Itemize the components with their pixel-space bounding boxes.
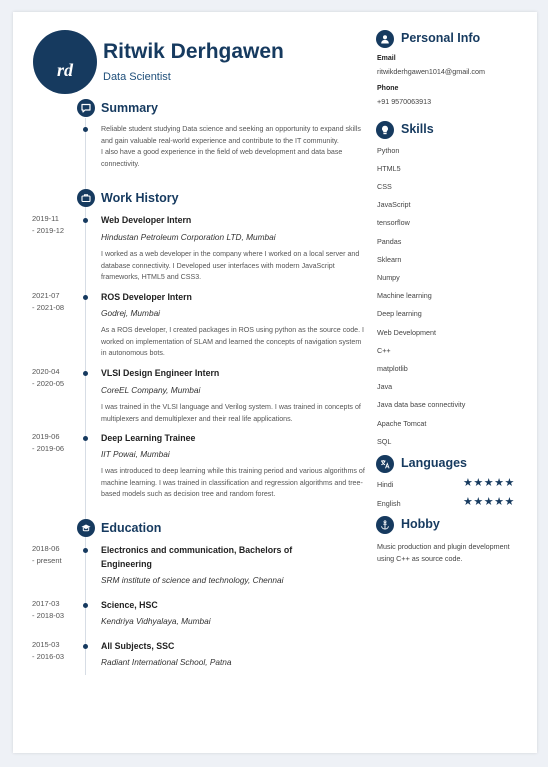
skill-item: Machine learning	[377, 291, 432, 300]
skill-item: matplotlib	[377, 364, 408, 373]
star-icon: ★	[494, 477, 505, 489]
hobby-text: Music production and plugin development …	[377, 542, 510, 563]
timeline-dot	[83, 371, 88, 376]
edu-date-end: - present	[32, 556, 62, 565]
anchor-icon	[376, 516, 394, 534]
timeline-dot	[83, 436, 88, 441]
star-icon: ★	[473, 477, 484, 489]
lightbulb-icon	[376, 121, 394, 139]
work-desc: I worked as a web developer in the compa…	[101, 250, 360, 281]
edu-date-start: 2017-03	[32, 599, 60, 608]
timeline-dot	[83, 218, 88, 223]
skill-item: Pandas	[377, 237, 402, 246]
skill-item: Python	[377, 146, 400, 155]
briefcase-icon	[77, 189, 95, 207]
skill-item: SQL	[377, 437, 392, 446]
skill-item: JavaScript	[377, 200, 411, 209]
work-role: Web Developer Intern	[101, 215, 192, 225]
work-date-end: - 2021-08	[32, 303, 65, 312]
edu-school: Radiant International School, Patna	[101, 657, 232, 667]
language-rating: ★★★★★	[463, 476, 515, 489]
edu-school: SRM institute of science and technology,…	[101, 575, 284, 585]
work-history-heading: Work History	[101, 191, 179, 205]
skill-item: Sklearn	[377, 255, 402, 264]
skill-item: Numpy	[377, 273, 400, 282]
work-desc: I was trained in the VLSI language and V…	[101, 403, 361, 423]
monogram-avatar: rd	[33, 30, 97, 94]
email-label: Email	[377, 55, 396, 62]
skill-item: Deep learning	[377, 309, 422, 318]
work-role: ROS Developer Intern	[101, 292, 192, 302]
skills-heading: Skills	[401, 122, 434, 136]
work-date-start: 2021-07	[32, 291, 60, 300]
work-date-end: - 2019-06	[32, 444, 65, 453]
skill-item: Java data base connectivity	[377, 400, 466, 409]
monogram-text: rd	[56, 60, 73, 80]
work-date-start: 2019-11	[32, 214, 59, 223]
skill-item: HTML5	[377, 164, 401, 173]
edu-school: Kendriya Vidhyalaya, Mumbai	[101, 616, 211, 626]
chat-bubble-icon	[77, 99, 95, 117]
star-icon: ★	[504, 496, 515, 508]
skill-item: Java	[377, 382, 393, 391]
work-org: IIT Powai, Mumbai	[101, 449, 170, 459]
summary-line: Reliable student studying Data science a…	[101, 125, 361, 145]
star-icon: ★	[473, 496, 484, 508]
star-icon: ★	[494, 496, 505, 508]
skill-item: C++	[377, 346, 391, 355]
summary-heading: Summary	[101, 101, 158, 115]
edu-date-end: - 2018-03	[32, 611, 65, 620]
summary-text: Reliable student studying Data science a…	[101, 124, 366, 170]
edu-date-end: - 2016-03	[32, 652, 65, 661]
work-date-start: 2019-06	[32, 432, 60, 441]
work-date-end: - 2019-12	[32, 226, 65, 235]
summary-line: I also have a good experience in the fie…	[101, 148, 343, 168]
work-date-end: - 2020-05	[32, 379, 65, 388]
work-role: Deep Learning Trainee	[101, 433, 196, 443]
work-org: CoreEL Company, Mumbai	[101, 385, 201, 395]
phone-label: Phone	[377, 85, 399, 92]
graduation-cap-icon	[77, 519, 95, 537]
edu-degree: All Subjects, SSC	[101, 641, 175, 651]
work-org: Godrej, Mumbai	[101, 308, 161, 318]
timeline-dot	[83, 603, 88, 608]
candidate-name: Ritwik Derhgawen	[103, 40, 284, 63]
timeline-dot	[83, 644, 88, 649]
work-desc: As a ROS developer, I created packages i…	[101, 326, 365, 357]
skill-item: Apache Tomcat	[377, 419, 427, 428]
edu-date-start: 2015-03	[32, 640, 60, 649]
language-name: English	[377, 499, 401, 508]
language-rating: ★★★★★	[463, 495, 515, 508]
hobby-heading: Hobby	[401, 517, 440, 531]
work-date-start: 2020-04	[32, 367, 60, 376]
phone-value: +91 9570063913	[377, 97, 432, 106]
timeline-dot	[83, 295, 88, 300]
languages-heading: Languages	[401, 456, 467, 470]
star-icon: ★	[483, 477, 495, 489]
timeline-dot	[83, 548, 88, 553]
edu-degree: Science, HSC	[101, 600, 158, 610]
edu-date-start: 2018-06	[32, 544, 60, 553]
skill-item: tensorflow	[377, 218, 410, 227]
star-icon: ★	[504, 477, 515, 489]
skill-item: Web Development	[377, 328, 436, 337]
star-icon: ★	[463, 496, 474, 508]
translate-icon	[376, 455, 394, 473]
work-desc: I was introduced to deep learning while …	[101, 467, 365, 498]
language-name: Hindi	[377, 480, 394, 489]
skill-item: CSS	[377, 182, 392, 191]
star-icon: ★	[463, 477, 474, 489]
work-role: VLSI Design Engineer Intern	[101, 368, 220, 378]
job-title: Data Scientist	[103, 71, 171, 83]
timeline-dot	[83, 127, 88, 132]
education-heading: Education	[101, 521, 162, 535]
work-org: Hindustan Petroleum Corporation LTD, Mum…	[101, 232, 276, 242]
edu-degree: Electronics and communication, Bachelors…	[101, 545, 293, 569]
personal-info-heading: Personal Info	[401, 31, 481, 45]
star-icon: ★	[483, 496, 495, 508]
person-icon	[376, 30, 394, 48]
email-value: ritwikderhgawen1014@gmail.com	[377, 67, 485, 76]
